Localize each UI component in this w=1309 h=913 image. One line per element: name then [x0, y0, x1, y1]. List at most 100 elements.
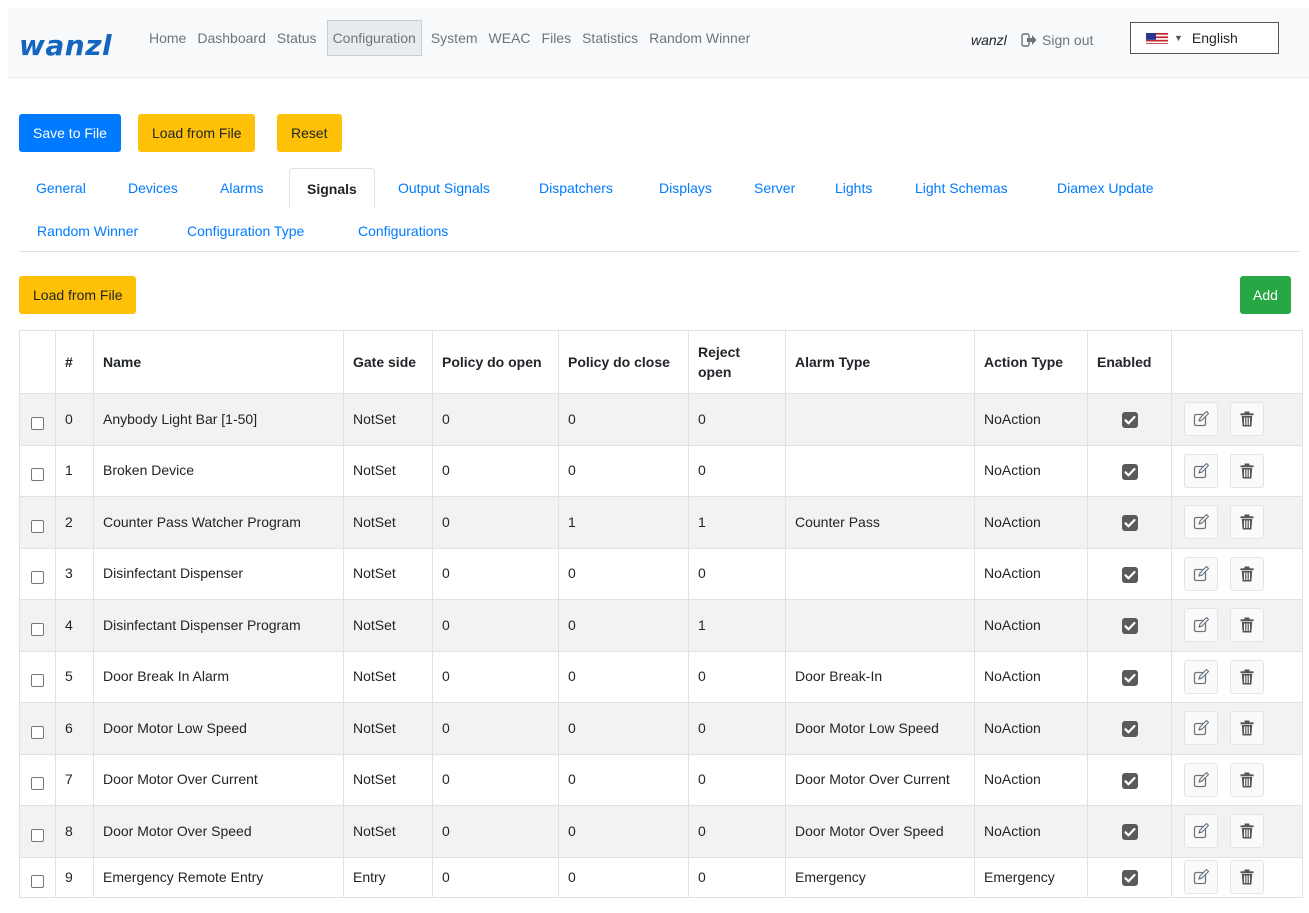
delete-button[interactable]	[1229, 608, 1264, 643]
header-action-type[interactable]: Action Type	[974, 330, 1088, 394]
row-gate-side: NotSet	[343, 444, 433, 497]
edit-button[interactable]	[1184, 814, 1218, 849]
table-row[interactable]: 6 Door Motor Low Speed NotSet 0 0 0 Door…	[19, 702, 1303, 755]
reset-button[interactable]: Reset	[277, 114, 342, 152]
tab-devices[interactable]: Devices	[111, 168, 195, 208]
header-enabled[interactable]: Enabled	[1087, 330, 1172, 394]
tab-light-schemas[interactable]: Light Schemas	[898, 168, 1025, 208]
delete-button[interactable]	[1229, 860, 1264, 894]
load-from-file-button[interactable]: Load from File	[138, 114, 256, 152]
edit-button[interactable]	[1184, 762, 1218, 797]
enabled-checkbox-icon[interactable]	[1121, 824, 1138, 841]
nav-files[interactable]: Files	[539, 22, 575, 54]
nav-configuration[interactable]: Configuration	[326, 20, 422, 56]
table-row[interactable]: 2 Counter Pass Watcher Program NotSet 0 …	[19, 496, 1303, 549]
header-index[interactable]: #	[55, 330, 94, 394]
table-row[interactable]: 4 Disinfectant Dispenser Program NotSet …	[19, 599, 1303, 652]
table-row[interactable]: 3 Disinfectant Dispenser NotSet 0 0 0 No…	[19, 547, 1303, 600]
edit-button[interactable]	[1184, 402, 1218, 437]
row-action-type: NoAction	[974, 599, 1088, 652]
row-name: Counter Pass Watcher Program	[93, 496, 344, 549]
tab-lights[interactable]: Lights	[818, 168, 889, 208]
table-row[interactable]: 5 Door Break In Alarm NotSet 0 0 0 Door …	[19, 650, 1303, 703]
row-select-cell	[19, 547, 56, 600]
enabled-checkbox-icon[interactable]	[1121, 618, 1138, 635]
table-row[interactable]: 8 Door Motor Over Speed NotSet 0 0 0 Doo…	[19, 805, 1303, 858]
row-reject-open: 0	[688, 805, 786, 858]
row-reject-open: 0	[688, 856, 786, 898]
header-reject-open[interactable]: Reject open	[688, 330, 786, 394]
tab-diamex-update[interactable]: Diamex Update	[1040, 168, 1171, 208]
tab-configuration-type[interactable]: Configuration Type	[170, 211, 321, 251]
tab-configurations[interactable]: Configurations	[341, 211, 465, 251]
row-checkbox[interactable]	[31, 725, 44, 739]
nav-random-winner[interactable]: Random Winner	[646, 22, 753, 54]
tab-dispatchers[interactable]: Dispatchers	[522, 168, 630, 208]
header-policy-do-open[interactable]: Policy do open	[432, 330, 559, 394]
header-gate-side[interactable]: Gate side	[343, 330, 433, 394]
delete-button[interactable]	[1229, 659, 1264, 694]
brand-logo[interactable]: wanzl	[19, 32, 112, 60]
nav-weac[interactable]: WEAC	[486, 22, 534, 54]
enabled-checkbox-icon[interactable]	[1121, 669, 1138, 686]
nav-home[interactable]: Home	[146, 22, 189, 54]
table-row[interactable]: 0 Anybody Light Bar [1-50] NotSet 0 0 0 …	[19, 393, 1303, 446]
row-action-type: NoAction	[974, 393, 1088, 446]
tab-random-winner[interactable]: Random Winner	[20, 211, 155, 251]
enabled-checkbox-icon[interactable]	[1121, 515, 1138, 532]
row-checkbox[interactable]	[31, 874, 44, 888]
save-to-file-button[interactable]: Save to File	[19, 114, 121, 152]
row-checkbox[interactable]	[31, 674, 44, 688]
delete-button[interactable]	[1229, 814, 1264, 849]
row-checkbox[interactable]	[31, 622, 44, 636]
enabled-checkbox-icon[interactable]	[1121, 412, 1138, 429]
row-checkbox[interactable]	[31, 571, 44, 585]
edit-button[interactable]	[1184, 505, 1218, 540]
delete-button[interactable]	[1229, 453, 1264, 488]
row-enabled-cell	[1087, 599, 1172, 652]
enabled-checkbox-icon[interactable]	[1121, 869, 1138, 886]
row-checkbox[interactable]	[31, 468, 44, 482]
nav-dashboard[interactable]: Dashboard	[194, 22, 269, 54]
delete-button[interactable]	[1229, 505, 1264, 540]
nav-system[interactable]: System	[428, 22, 481, 54]
edit-button[interactable]	[1184, 453, 1218, 488]
nav-status[interactable]: Status	[274, 22, 320, 54]
row-checkbox[interactable]	[31, 519, 44, 533]
header-policy-do-close[interactable]: Policy do close	[558, 330, 689, 394]
delete-button[interactable]	[1229, 711, 1264, 746]
row-name: Door Motor Over Speed	[93, 805, 344, 858]
tab-server[interactable]: Server	[737, 168, 812, 208]
table-row[interactable]: 7 Door Motor Over Current NotSet 0 0 0 D…	[19, 753, 1303, 806]
row-gate-side: NotSet	[343, 753, 433, 806]
enabled-checkbox-icon[interactable]	[1121, 463, 1138, 480]
enabled-checkbox-icon[interactable]	[1121, 772, 1138, 789]
tab-output-signals[interactable]: Output Signals	[381, 168, 507, 208]
enabled-checkbox-icon[interactable]	[1121, 721, 1138, 738]
edit-button[interactable]	[1184, 556, 1218, 591]
tab-signals[interactable]: Signals	[289, 168, 375, 208]
row-checkbox[interactable]	[31, 777, 44, 791]
tab-alarms[interactable]: Alarms	[203, 168, 281, 208]
nav-statistics[interactable]: Statistics	[579, 22, 641, 54]
sign-out-link[interactable]: Sign out	[1021, 32, 1093, 48]
tab-general[interactable]: General	[19, 168, 103, 208]
edit-button[interactable]	[1184, 860, 1218, 894]
delete-button[interactable]	[1229, 556, 1264, 591]
row-checkbox[interactable]	[31, 416, 44, 430]
add-signal-button[interactable]: Add	[1240, 276, 1291, 314]
load-signals-from-file-button[interactable]: Load from File	[19, 276, 137, 314]
table-row[interactable]: 9 Emergency Remote Entry Entry 0 0 0 Eme…	[19, 856, 1303, 898]
tab-displays[interactable]: Displays	[642, 168, 729, 208]
header-name[interactable]: Name	[93, 330, 344, 394]
edit-button[interactable]	[1184, 711, 1218, 746]
table-row[interactable]: 1 Broken Device NotSet 0 0 0 NoAction	[19, 444, 1303, 497]
enabled-checkbox-icon[interactable]	[1121, 566, 1138, 583]
header-alarm-type[interactable]: Alarm Type	[785, 330, 975, 394]
delete-button[interactable]	[1229, 762, 1264, 797]
language-select[interactable]: ▼ English	[1130, 22, 1279, 54]
row-checkbox[interactable]	[31, 828, 44, 842]
edit-button[interactable]	[1184, 659, 1218, 694]
delete-button[interactable]	[1229, 402, 1264, 437]
edit-button[interactable]	[1184, 608, 1218, 643]
